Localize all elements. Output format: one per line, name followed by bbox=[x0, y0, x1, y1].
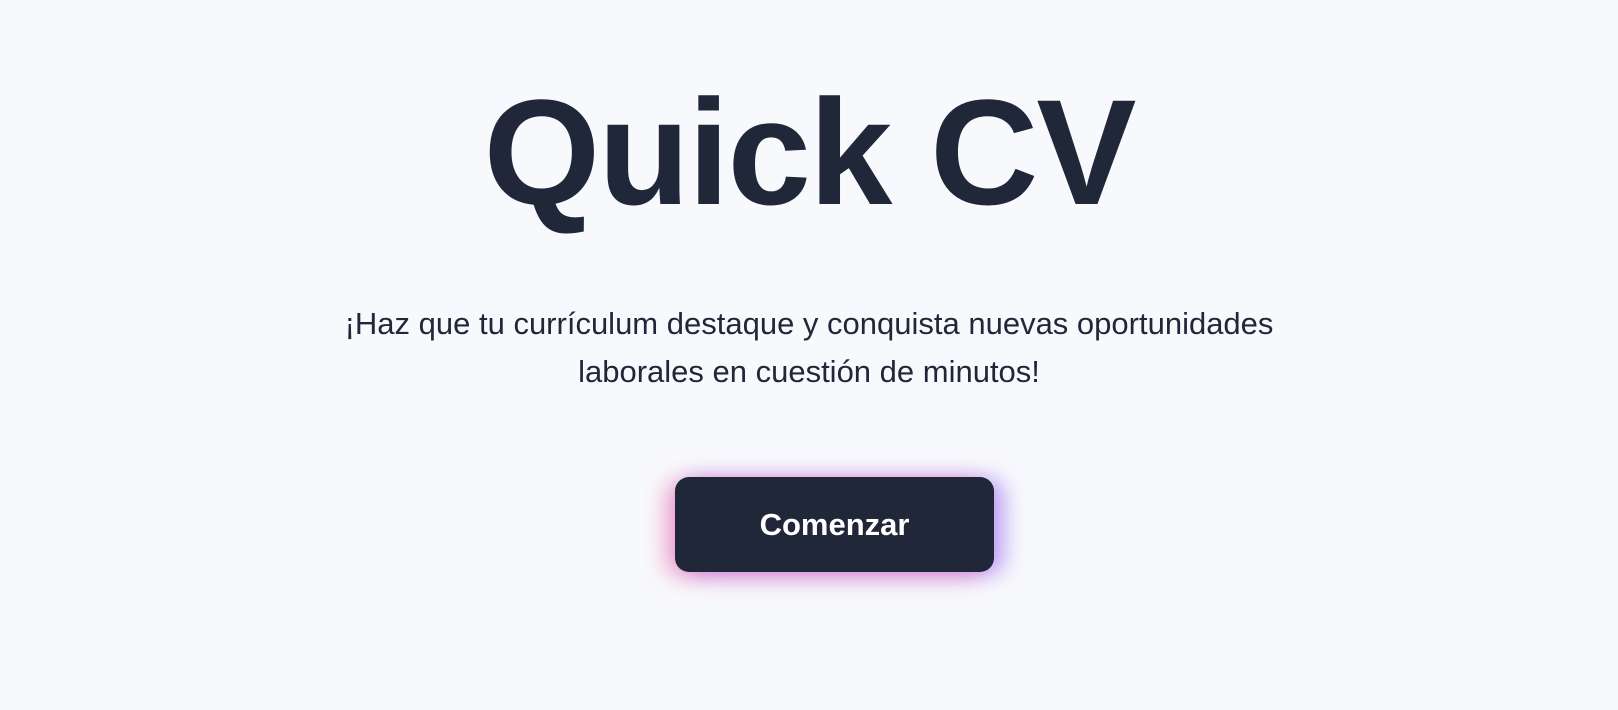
start-button[interactable]: Comenzar bbox=[675, 477, 994, 572]
hero-subtitle: ¡Haz que tu currículum destaque y conqui… bbox=[344, 306, 1274, 389]
landing-page: Quick CV ¡Haz que tu currículum destaque… bbox=[0, 0, 1618, 710]
page-title: Quick CV bbox=[483, 68, 1137, 236]
